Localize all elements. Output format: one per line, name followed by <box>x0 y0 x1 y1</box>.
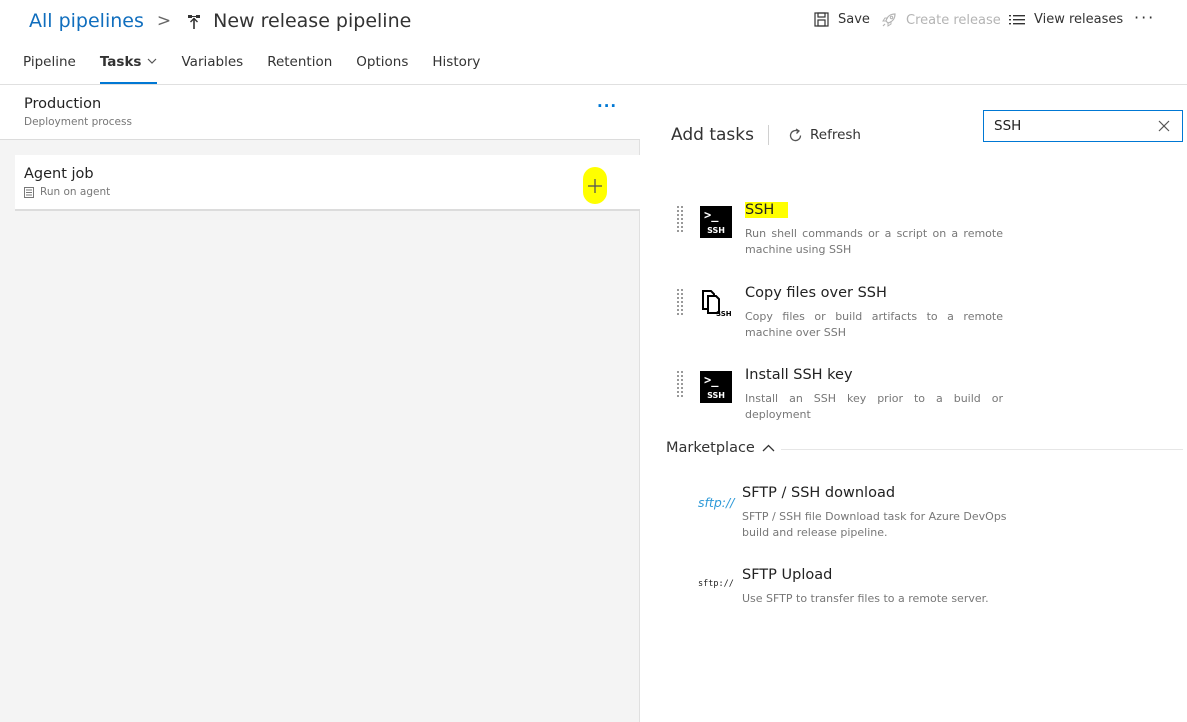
add-tasks-title: Add tasks <box>671 125 754 145</box>
marketplace-item-sftp-upload[interactable]: sftp:// SFTP Upload Use SFTP to transfer… <box>698 567 1178 628</box>
save-button[interactable]: Save <box>814 12 870 27</box>
refresh-button[interactable]: Refresh <box>788 127 861 143</box>
more-actions-icon[interactable]: ··· <box>1134 8 1155 27</box>
tab-options[interactable]: Options <box>356 54 408 84</box>
copy-files-ssh-icon: SSH <box>700 289 732 321</box>
terminal-ssh-icon: >_ SSH <box>700 371 732 403</box>
marketplace-divider <box>781 449 1183 450</box>
drag-handle-icon[interactable] <box>676 371 684 401</box>
server-icon <box>24 186 34 198</box>
breadcrumb: All pipelines > New release pipeline <box>29 7 411 35</box>
breadcrumb-separator: > <box>156 11 172 31</box>
task-install-ssh-key[interactable]: >_ SSH Install SSH key Install an SSH ke… <box>676 367 1176 433</box>
plus-icon <box>588 178 602 193</box>
add-tasks-panel: Add tasks Refresh >_ SSH SSH Run shell c… <box>641 85 1187 722</box>
chevron-down-icon <box>148 58 157 64</box>
drag-handle-icon[interactable] <box>676 289 684 319</box>
view-releases-button[interactable]: View releases <box>1009 12 1123 27</box>
tab-bar: Pipeline Tasks Variables Retention Optio… <box>23 54 504 84</box>
drag-handle-icon[interactable] <box>676 206 684 236</box>
task-description: Copy files or build artifacts to a remot… <box>745 310 1003 339</box>
chevron-up-icon <box>762 444 775 452</box>
marketplace-toggle[interactable]: Marketplace <box>666 440 775 456</box>
save-icon <box>814 12 829 27</box>
release-pipeline-icon <box>187 13 201 29</box>
tab-pipeline[interactable]: Pipeline <box>23 54 76 84</box>
task-search-box <box>983 110 1183 142</box>
marketplace-label: Marketplace <box>666 440 755 456</box>
task-name: Copy files over SSH <box>745 285 887 301</box>
tab-history[interactable]: History <box>432 54 480 84</box>
task-description: Run shell commands or a script on a remo… <box>745 227 1003 256</box>
stage-more-icon[interactable]: ··· <box>597 97 617 115</box>
terminal-ssh-icon: >_ SSH <box>700 206 732 238</box>
stage-name: Production <box>24 96 102 112</box>
marketplace-item-description: SFTP / SSH file Download task for Azure … <box>742 510 1007 539</box>
sftp-logo-icon: sftp:// <box>698 579 734 589</box>
create-release-label: Create release <box>906 12 1001 28</box>
task-name: SSH <box>745 202 789 218</box>
deployment-process-panel: Production Deployment process ··· Agent … <box>0 85 640 722</box>
marketplace-item-name: SFTP / SSH download <box>742 485 896 501</box>
breadcrumb-all-pipelines[interactable]: All pipelines <box>29 10 144 32</box>
save-label: Save <box>838 12 870 27</box>
stage-header[interactable]: Production Deployment process ··· <box>0 85 640 140</box>
clear-search-icon[interactable] <box>1158 120 1170 132</box>
agent-job[interactable]: Agent job Run on agent <box>15 155 640 211</box>
task-copy-files-over-ssh[interactable]: SSH Copy files over SSH Copy files or bu… <box>676 285 1176 351</box>
tab-tasks[interactable]: Tasks <box>99 54 158 84</box>
marketplace-item-name: SFTP Upload <box>742 567 833 583</box>
create-release-button[interactable]: Create release <box>881 12 1001 28</box>
sftp-logo-icon: sftp:// <box>698 494 735 510</box>
title-divider <box>768 125 769 145</box>
view-releases-label: View releases <box>1034 12 1124 27</box>
task-ssh[interactable]: >_ SSH SSH Run shell commands or a scrip… <box>676 202 1176 268</box>
task-description: Install an SSH key prior to a build or d… <box>745 392 1003 421</box>
task-search-input[interactable] <box>984 111 1152 141</box>
job-name: Agent job <box>24 166 94 182</box>
header: All pipelines > New release pipeline Sav… <box>0 0 1187 85</box>
rocket-icon <box>882 13 896 27</box>
tab-variables[interactable]: Variables <box>181 54 243 84</box>
marketplace-item-description: Use SFTP to transfer files to a remote s… <box>742 592 989 605</box>
job-subtitle-row: Run on agent <box>24 186 110 198</box>
job-subtitle: Run on agent <box>40 186 111 198</box>
refresh-label: Refresh <box>810 127 861 143</box>
task-name: Install SSH key <box>745 367 853 383</box>
add-task-button[interactable] <box>583 167 607 204</box>
list-icon <box>1009 14 1025 24</box>
stage-subtitle: Deployment process <box>24 116 132 128</box>
marketplace-item-sftp-ssh-download[interactable]: sftp:// SFTP / SSH download SFTP / SSH f… <box>698 485 1178 546</box>
page-title: New release pipeline <box>213 10 412 32</box>
refresh-icon <box>789 127 802 141</box>
tab-retention[interactable]: Retention <box>267 54 332 84</box>
